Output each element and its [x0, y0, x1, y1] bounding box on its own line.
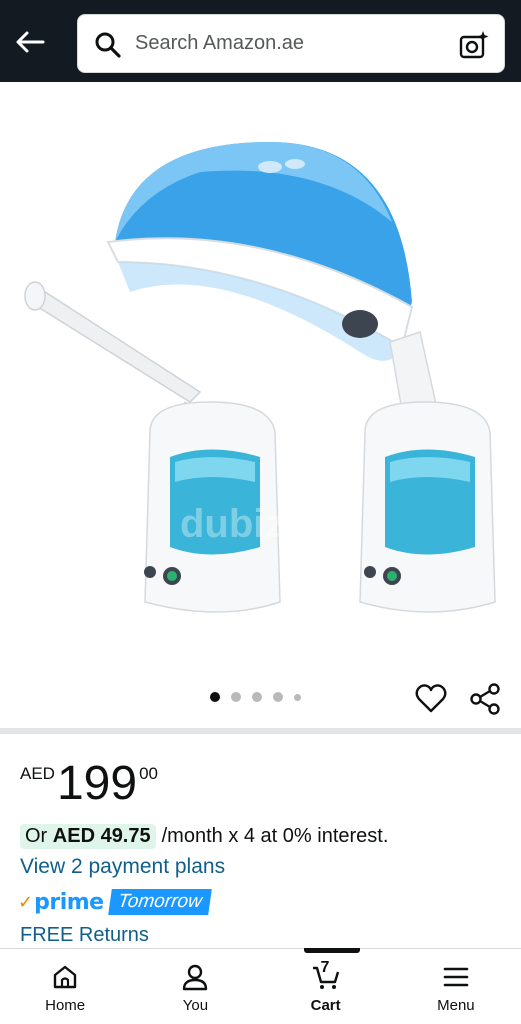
prime-badge: ✓ prime Tomorrow: [18, 889, 212, 915]
installment-highlight: Or AED 49.75: [20, 824, 156, 849]
payment-plans-link[interactable]: View 2 payment plans: [20, 855, 225, 879]
hamburger-menu-icon: [443, 967, 469, 987]
nav-you[interactable]: You: [130, 949, 260, 1024]
section-divider: [0, 728, 521, 734]
cart-count: 7: [320, 959, 330, 976]
nav-home-label: Home: [45, 997, 86, 1014]
search-icon[interactable]: [94, 31, 122, 59]
delivery-tomorrow-badge: Tomorrow: [107, 889, 212, 915]
camera-sparkle-icon[interactable]: [458, 29, 490, 61]
installment-amount: AED 49.75: [52, 825, 151, 847]
nav-you-label: You: [182, 997, 209, 1014]
arrow-left-icon: [16, 31, 45, 53]
product-image[interactable]: [20, 102, 510, 642]
nav-menu-label: Menu: [437, 997, 475, 1014]
nav-cart[interactable]: 7 Cart: [261, 948, 391, 1024]
top-bar: Search Amazon.ae: [0, 0, 521, 82]
gallery-dot[interactable]: [273, 692, 283, 702]
nav-home[interactable]: Home: [0, 949, 130, 1024]
price-fraction: 00: [139, 764, 158, 783]
share-icon[interactable]: [468, 682, 502, 716]
gallery-dot[interactable]: [231, 692, 241, 702]
free-returns-link[interactable]: FREE Returns: [20, 924, 149, 947]
back-button[interactable]: [12, 24, 48, 60]
gallery-pagination[interactable]: [210, 692, 301, 702]
nav-cart-label: Cart: [310, 997, 341, 1014]
gallery-dot[interactable]: [210, 692, 220, 702]
gallery-dot[interactable]: [294, 693, 301, 701]
price-whole: 199: [56, 757, 138, 810]
price: AED 199 00: [20, 760, 158, 808]
price-currency: AED: [20, 764, 55, 783]
search-bar[interactable]: Search Amazon.ae: [77, 14, 505, 73]
bottom-nav: Home You 7 Cart Menu: [0, 948, 521, 1024]
person-icon: [183, 964, 208, 991]
home-icon: [53, 965, 77, 989]
prime-logo: prime: [34, 889, 104, 915]
installment-terms: /month x 4 at 0% interest.: [161, 825, 389, 847]
heart-icon[interactable]: [414, 682, 448, 716]
search-input[interactable]: Search Amazon.ae: [135, 32, 304, 55]
gallery-dot[interactable]: [252, 692, 262, 702]
nav-menu[interactable]: Menu: [391, 949, 521, 1024]
prime-check-icon: ✓: [18, 891, 34, 912]
watermark: dubizzle: [180, 502, 338, 546]
product-gallery[interactable]: dubizzle: [0, 82, 521, 730]
installment-offer: Or AED 49.75 /month x 4 at 0% interest.: [20, 824, 388, 849]
